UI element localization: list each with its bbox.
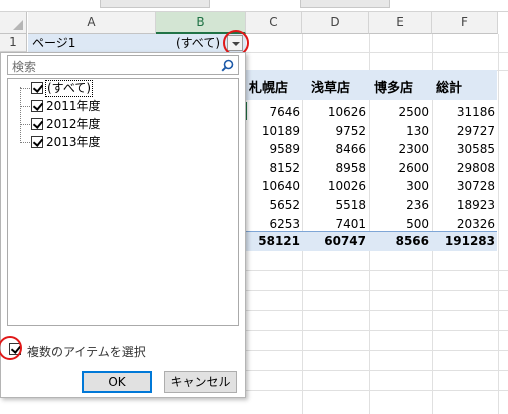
- data-cell[interactable]: 6253: [246, 215, 300, 233]
- data-cell[interactable]: 5652: [246, 196, 300, 214]
- data-cell[interactable]: 7401: [302, 215, 366, 233]
- data-cell[interactable]: 9589: [246, 140, 300, 158]
- column-header-d[interactable]: D: [302, 12, 369, 34]
- search-icon: [221, 59, 234, 72]
- multi-select-label: 複数のアイテムを選択: [27, 345, 146, 359]
- data-cell[interactable]: 18923: [432, 196, 495, 214]
- checkbox-checked-icon[interactable]: [9, 343, 21, 355]
- data-cell[interactable]: 10189: [246, 122, 300, 140]
- search-placeholder: 検索: [12, 60, 37, 74]
- search-input[interactable]: 検索: [7, 55, 239, 75]
- data-cell[interactable]: 9752: [302, 122, 366, 140]
- data-cell[interactable]: 2600: [369, 159, 429, 177]
- tree-connector: [20, 106, 30, 107]
- filter-item-label: 2011年度: [46, 99, 101, 113]
- data-cell[interactable]: 7646: [246, 103, 300, 121]
- store-header: 博多店: [374, 81, 414, 96]
- data-cell[interactable]: 10026: [302, 177, 366, 195]
- data-cell[interactable]: 29727: [432, 122, 495, 140]
- tree-connector: [20, 88, 30, 89]
- gridline: [498, 34, 499, 414]
- column-header-e[interactable]: E: [369, 12, 432, 34]
- page-field-label[interactable]: ページ1: [28, 34, 156, 52]
- checkbox-checked-icon[interactable]: [31, 136, 43, 148]
- filter-item-label: 2012年度: [46, 117, 101, 131]
- ribbon-tab-edge: [300, 0, 390, 8]
- checkbox-checked-icon[interactable]: [31, 100, 43, 112]
- column-header-a[interactable]: A: [28, 12, 156, 34]
- filter-dropdown-button[interactable]: [227, 35, 243, 51]
- data-cell[interactable]: 30728: [432, 177, 495, 195]
- data-cell[interactable]: 30585: [432, 140, 495, 158]
- filter-list[interactable]: (すべて) 2011年度 2012年度 2013年度: [7, 78, 239, 326]
- total-value: 191283: [444, 234, 495, 248]
- data-cell[interactable]: 236: [369, 196, 429, 214]
- tree-connector: [20, 142, 30, 143]
- data-cell[interactable]: 8958: [302, 159, 366, 177]
- filter-popup: 検索 (すべて) 2011年度 2012年度 2013年度 複数のアイテムを選択…: [0, 52, 246, 398]
- total-header: 総計: [436, 81, 463, 96]
- data-cell[interactable]: 29808: [432, 159, 495, 177]
- store-header: 浅草店: [311, 81, 351, 96]
- data-cell[interactable]: 20326: [432, 215, 495, 233]
- data-cell[interactable]: 5518: [302, 196, 366, 214]
- row-header-1[interactable]: 1: [0, 34, 27, 52]
- select-all-corner[interactable]: [0, 12, 27, 34]
- data-cell[interactable]: 2300: [369, 140, 429, 158]
- filter-item-label: (すべて): [44, 80, 94, 97]
- data-cell[interactable]: 2500: [369, 103, 429, 121]
- cancel-button[interactable]: キャンセル: [164, 371, 237, 393]
- data-cell[interactable]: 500: [369, 215, 429, 233]
- filter-item-label: 2013年度: [46, 135, 101, 149]
- column-header-b[interactable]: B: [156, 12, 246, 34]
- tree-connector: [20, 87, 21, 143]
- data-cell[interactable]: 31186: [432, 103, 495, 121]
- column-header-f[interactable]: F: [432, 12, 498, 34]
- data-cell[interactable]: 300: [369, 177, 429, 195]
- data-cell[interactable]: 10626: [302, 103, 366, 121]
- ribbon-edge: [0, 0, 508, 12]
- data-cell[interactable]: 8152: [246, 159, 300, 177]
- column-header-c[interactable]: C: [246, 12, 302, 34]
- ribbon-tab-edge: [100, 0, 210, 8]
- ok-button[interactable]: OK: [82, 371, 152, 393]
- checkbox-checked-icon[interactable]: [31, 118, 43, 130]
- data-cell[interactable]: 10640: [246, 177, 300, 195]
- total-value: 58121: [258, 234, 300, 248]
- store-header: 札幌店: [249, 81, 289, 96]
- total-value: 60747: [324, 234, 366, 248]
- data-cell[interactable]: 8466: [302, 140, 366, 158]
- total-value: 8566: [395, 234, 429, 248]
- data-cell[interactable]: 130: [369, 122, 429, 140]
- checkbox-checked-icon[interactable]: [31, 82, 43, 94]
- tree-connector: [20, 124, 30, 125]
